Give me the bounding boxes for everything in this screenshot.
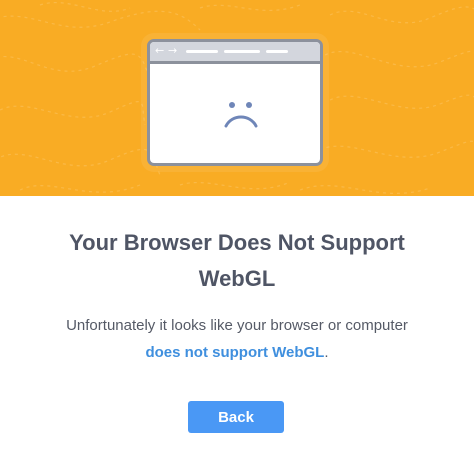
sad-face-icon [224,102,258,128]
error-message: Unfortunately it looks like your browser… [0,312,474,366]
browser-toolbar: ← → [150,42,320,64]
browser-illustration: ← → [147,39,323,166]
title-line-2: WebGL [198,266,276,291]
forward-arrow-icon: → [168,44,178,57]
title-line-1: Your Browser Does Not Support [69,230,405,255]
message-period: . [324,344,329,361]
message-line-1: Unfortunately it looks like your browser… [66,317,408,334]
address-bar-segment [224,50,260,53]
webgl-support-link[interactable]: does not support WebGL [145,344,324,361]
address-bar [186,50,218,53]
address-bar-segment [266,50,288,53]
page-title: Your Browser Does Not Support WebGL [0,225,474,297]
hero-banner: ← → [0,0,474,196]
back-arrow-icon: ← [155,44,165,57]
back-button[interactable]: Back [188,401,284,433]
message-line-2: does not support WebGL. [0,339,474,366]
